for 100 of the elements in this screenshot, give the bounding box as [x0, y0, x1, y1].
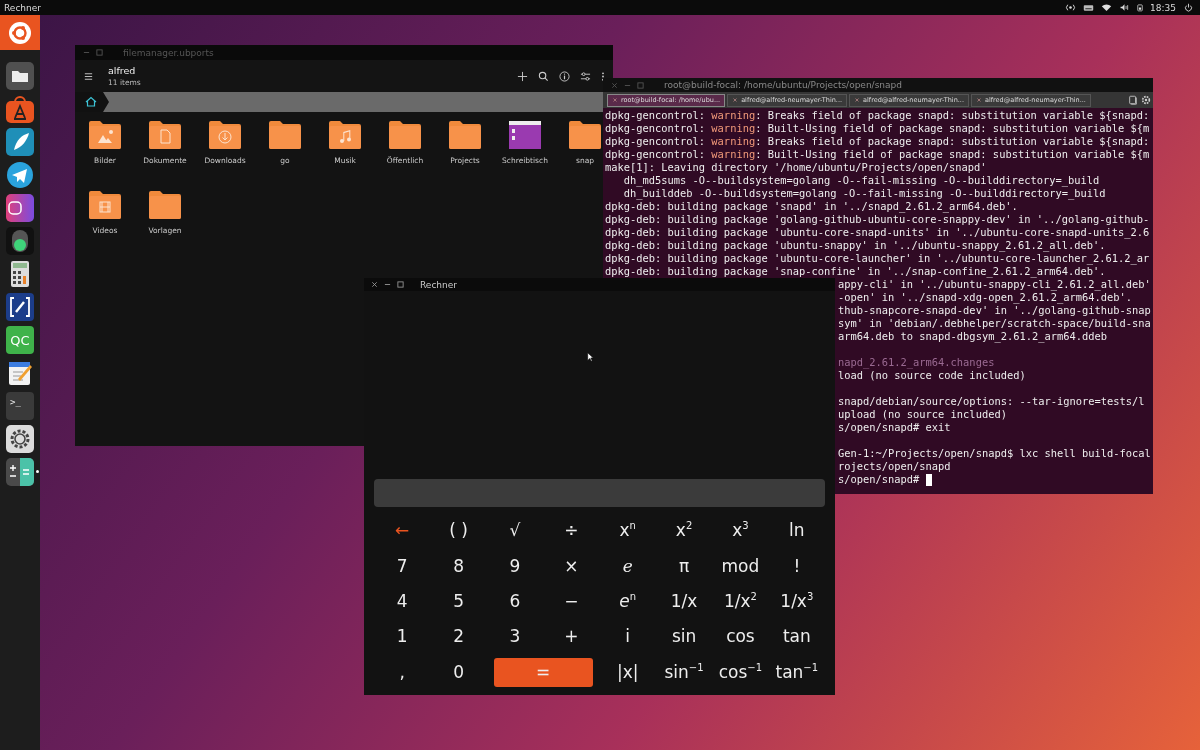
close-icon[interactable] — [612, 97, 618, 103]
calculator-key[interactable]: 3 — [486, 619, 544, 655]
calculator-key[interactable]: 1/x$^{3}$ — [768, 583, 825, 620]
close-icon[interactable] — [732, 97, 739, 103]
calculator-key[interactable]: cos — [712, 619, 769, 655]
settings-icon[interactable] — [1141, 95, 1151, 105]
terminal-line: appy-cli' in '../ubuntu-snappy-cli_2.61.2_all.deb' — [838, 278, 1151, 291]
window-title: root@build-focal: /home/ubuntu/Projects/open/snapd — [664, 80, 902, 90]
calculator-key[interactable]: cos$^{−1}$ — [712, 654, 769, 690]
calculator-key[interactable]: ( ) — [430, 513, 487, 549]
calculator-key[interactable]: π — [655, 548, 713, 584]
settings-icon[interactable] — [6, 425, 34, 453]
calculator-key[interactable]: 1 — [374, 619, 431, 655]
wifi-icon[interactable] — [1101, 3, 1113, 12]
signal-light-icon[interactable] — [6, 227, 34, 255]
folder-icon — [88, 120, 122, 150]
calculator-key[interactable]: 6 — [486, 583, 544, 620]
calculator-key[interactable]: sin — [655, 619, 713, 655]
speaker-icon[interactable] — [1119, 3, 1131, 12]
terminal-line: dpkg-gencontrol: warning: Built-Using field of package snapd: substitution variable ${m — [605, 148, 1151, 161]
calculator-key[interactable]: 7 — [374, 548, 431, 584]
calculator-key[interactable]: tan$^{−1}$ — [768, 654, 825, 690]
terminal-app-icon[interactable]: >_ — [6, 392, 34, 420]
clock[interactable]: 18:35 — [1150, 2, 1176, 13]
calculator-key[interactable]: i — [599, 619, 656, 655]
terminal-line: s/open/snapd# exit — [838, 421, 951, 434]
calculator-key[interactable]: 1/x$^{2}$ — [712, 583, 769, 620]
calculator-key[interactable]: 2 — [430, 619, 487, 655]
folder-icon — [148, 190, 182, 220]
info-icon[interactable] — [559, 70, 570, 82]
paper-plane-icon[interactable] — [6, 161, 34, 189]
terminal-line: arm64.deb to snapd-dbgsym_2.61.2_arm64.ddeb — [838, 330, 1107, 343]
maximize-icon[interactable] — [397, 281, 404, 288]
calculator-key[interactable]: sin$^{−1}$ — [655, 654, 713, 690]
folder-icon — [88, 190, 122, 220]
close-icon[interactable] — [976, 97, 982, 103]
menu-icon[interactable] — [83, 70, 94, 82]
search-icon[interactable] — [538, 70, 549, 82]
shopping-bag-icon[interactable] — [6, 95, 34, 123]
calculator-key[interactable]: 9 — [486, 548, 544, 584]
folder-app-icon[interactable] — [6, 62, 34, 90]
close-icon[interactable] — [854, 97, 861, 103]
display-field[interactable] — [374, 479, 825, 508]
feather-icon[interactable] — [6, 128, 34, 156]
home-breadcrumb[interactable] — [75, 92, 111, 112]
terminal-line: upload (no source included) — [838, 408, 1007, 421]
minimize-icon[interactable] — [384, 281, 391, 288]
close-icon[interactable] — [371, 281, 378, 288]
copy-icon[interactable] — [1128, 95, 1138, 105]
power-icon[interactable] — [1183, 3, 1194, 12]
terminal-line: dh_md5sums -O--buildsystem=golang -O--fail-missing -O--builddirectory=_build — [622, 174, 1101, 187]
folder-icon — [268, 120, 302, 150]
broadcast-icon[interactable] — [1065, 3, 1077, 12]
window-title: Rechner — [420, 279, 457, 290]
calculator-key[interactable]: ln — [768, 513, 825, 549]
pen-brackets-icon[interactable] — [6, 293, 34, 321]
terminal-line: dpkg-deb: building package 'ubuntu-core-snapd-units' in '../ubuntu-core-snapd-units_2.6 — [605, 226, 1151, 239]
terminal-line: snapd/debian/source/options: --tar-ignore=tests/l — [838, 395, 1145, 408]
terminal-line: dpkg-deb: building package 'ubuntu-snappy' in '../ubuntu-snappy_2.61.2_all.deb'. — [605, 239, 1107, 252]
terminal-line: make[1]: Leaving directory '/home/ubuntu/Projects/open/snapd' — [605, 161, 988, 174]
calculator-key[interactable]: |x| — [599, 654, 656, 690]
keyboard-icon[interactable] — [1083, 3, 1095, 12]
folder-icon — [148, 120, 182, 150]
terminal-line: dpkg-gencontrol: warning: Built-Using field of package snapd: substitution variable ${m — [605, 122, 1151, 135]
calculator-key[interactable]: 4 — [374, 583, 431, 620]
calculator-key[interactable]: 1/x — [655, 583, 713, 620]
calculator-key[interactable]: , — [374, 654, 431, 690]
mouse-pointer-icon — [587, 352, 594, 362]
calculator-key[interactable]: + — [543, 619, 600, 655]
camera-app-icon[interactable] — [6, 194, 34, 222]
calculator-key[interactable]: x$^{n}$ — [599, 513, 656, 549]
folder-icon — [568, 120, 602, 150]
desktop-thumbnail-icon — [508, 120, 542, 150]
calculator-key[interactable]: √ — [486, 513, 544, 549]
add-icon[interactable] — [517, 70, 528, 82]
calculator-key[interactable]: 8 — [430, 548, 487, 584]
calculator-key[interactable]: x$^{3}$ — [712, 513, 769, 549]
battery-icon[interactable] — [1137, 3, 1144, 12]
calculator-key[interactable]: e — [599, 548, 656, 584]
calculator-key[interactable]: × — [543, 548, 600, 584]
folder-icon — [448, 120, 482, 150]
calculator-key[interactable]: e$^{n}$ — [599, 583, 656, 620]
calculator-key[interactable]: mod — [712, 548, 769, 584]
circle-logo-icon — [8, 20, 32, 45]
plus-minus-equals-icon[interactable] — [6, 458, 34, 486]
calculator-key[interactable]: ! — [768, 548, 825, 584]
calculator-key[interactable]: tan — [768, 619, 825, 655]
more-icon[interactable] — [601, 70, 605, 82]
launcher-button[interactable] — [0, 15, 40, 50]
calculator-key[interactable]: x$^{2}$ — [655, 513, 713, 549]
calculator-key[interactable]: ÷ — [543, 513, 600, 549]
backspace-button[interactable]: ← — [374, 513, 431, 549]
sliders-icon[interactable] — [580, 70, 591, 82]
terminal-line: dpkg-deb: building package 'snap-confine' in '../snap-confine_2.61.2_arm64.deb'. — [605, 265, 1107, 278]
terminal-line: dpkg-gencontrol: warning: Breaks field of package snapd: substitution variable ${snapd: — [605, 109, 1151, 122]
calculator-key[interactable]: − — [543, 583, 600, 620]
calculator-key[interactable]: 5 — [430, 583, 487, 620]
notepad-pencil-icon[interactable] — [6, 359, 34, 387]
calculator-key[interactable]: 0 — [430, 654, 487, 690]
terminal-line: sym' in 'debian/.debhelper/scratch-space/build-sna — [838, 317, 1151, 330]
